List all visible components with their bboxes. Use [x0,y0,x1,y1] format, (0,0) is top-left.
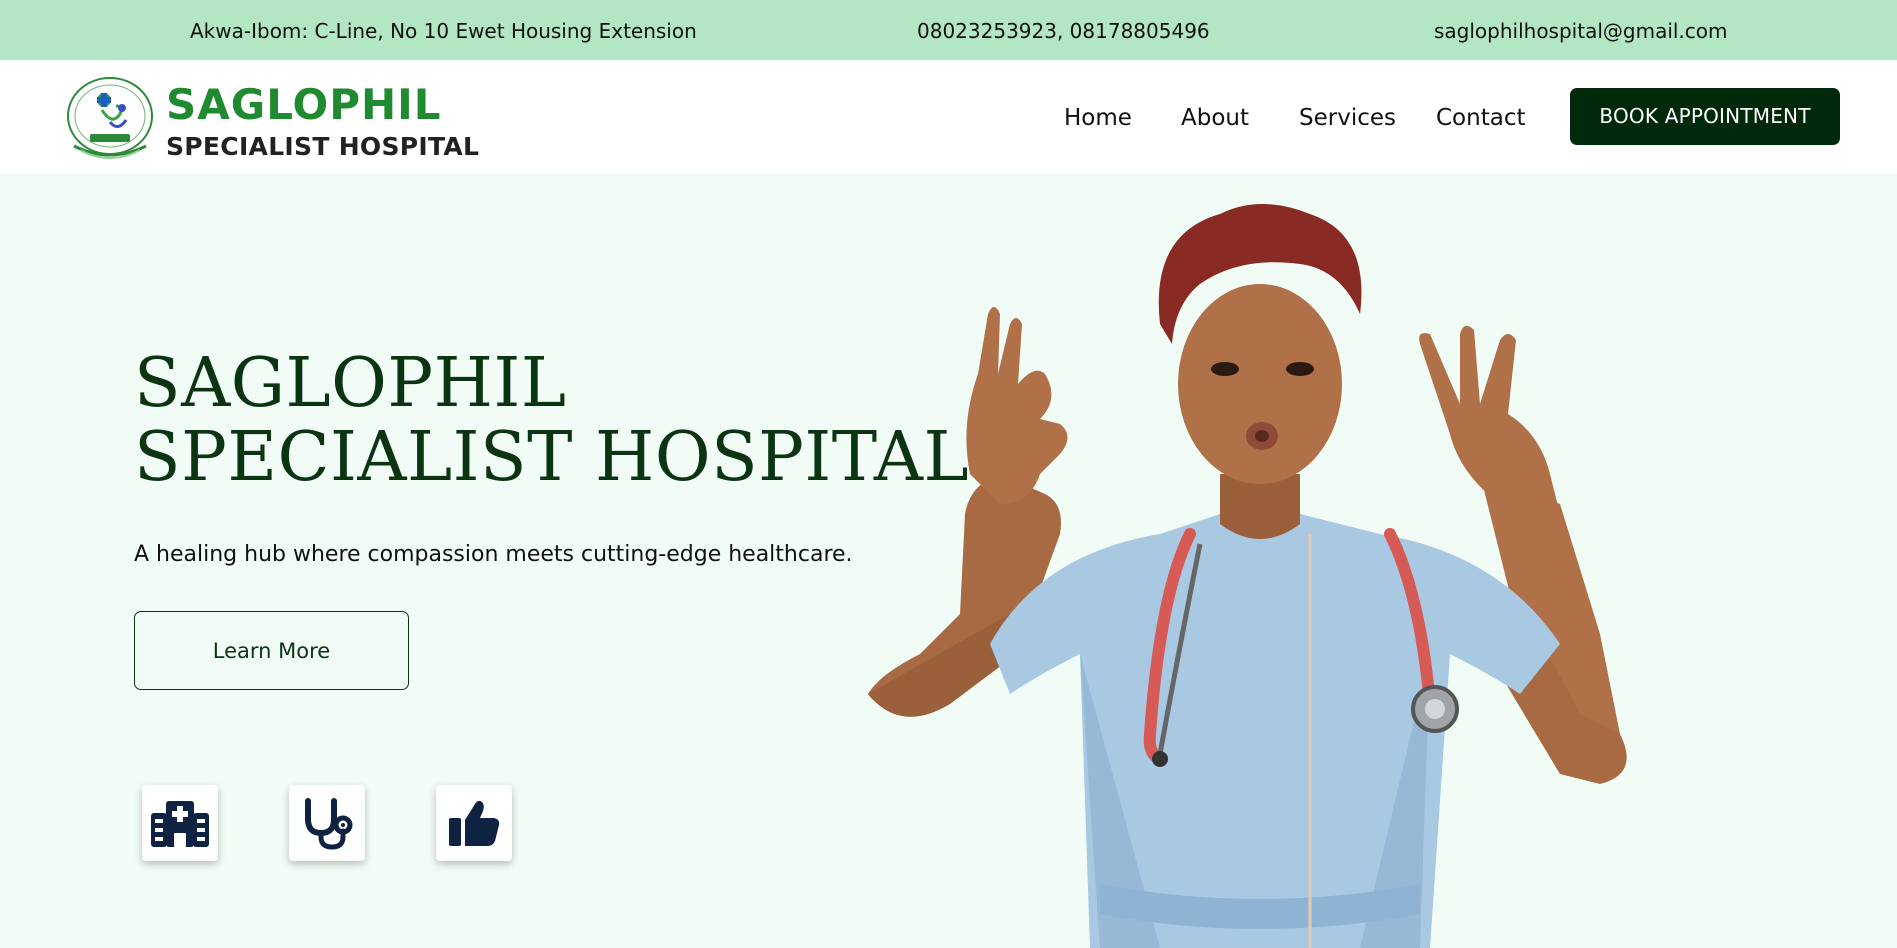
logo-name: SAGLOPHIL [166,80,442,129]
hero-title: SAGLOPHIL SPECIALIST HOSPITAL [134,347,969,495]
site-logo[interactable]: SAGLOPHIL SPECIALIST HOSPITAL [60,68,479,166]
nav-services[interactable]: Services [1299,60,1396,174]
nav-about[interactable]: About [1181,60,1249,174]
hero-title-line1: SAGLOPHIL [134,344,567,423]
feature-hospital[interactable] [142,785,218,861]
hospital-logo-emblem-icon [67,77,153,159]
logo-subtitle: SPECIALIST HOSPITAL [166,132,480,161]
thumbs-up-icon [449,800,500,846]
nav-contact[interactable]: Contact [1436,60,1525,174]
stethoscope-icon [305,798,353,850]
learn-more-button[interactable]: Learn More [134,611,409,690]
book-appointment-button[interactable]: BOOK APPOINTMENT [1570,88,1840,145]
phone-text[interactable]: 08023253923, 08178805496 [917,0,1210,60]
feature-thumbs-up[interactable] [436,785,512,861]
hero-tagline: A healing hub where compassion meets cut… [134,542,853,567]
nav-home[interactable]: Home [1064,60,1132,174]
hero-title-line2: SPECIALIST HOSPITAL [134,418,970,497]
email-text[interactable]: saglophilhospital@gmail.com [1434,0,1728,60]
site-header: SAGLOPHIL SPECIALIST HOSPITAL Home About… [0,60,1897,174]
feature-stethoscope[interactable] [289,785,365,861]
nurse-image [868,204,1627,948]
top-contact-bar: Akwa-Ibom: C-Line, No 10 Ewet Housing Ex… [0,0,1897,60]
hospital-building-icon [151,801,209,847]
hero-section: SAGLOPHIL SPECIALIST HOSPITAL A healing … [0,174,1897,948]
address-text: Akwa-Ibom: C-Line, No 10 Ewet Housing Ex… [190,19,697,43]
